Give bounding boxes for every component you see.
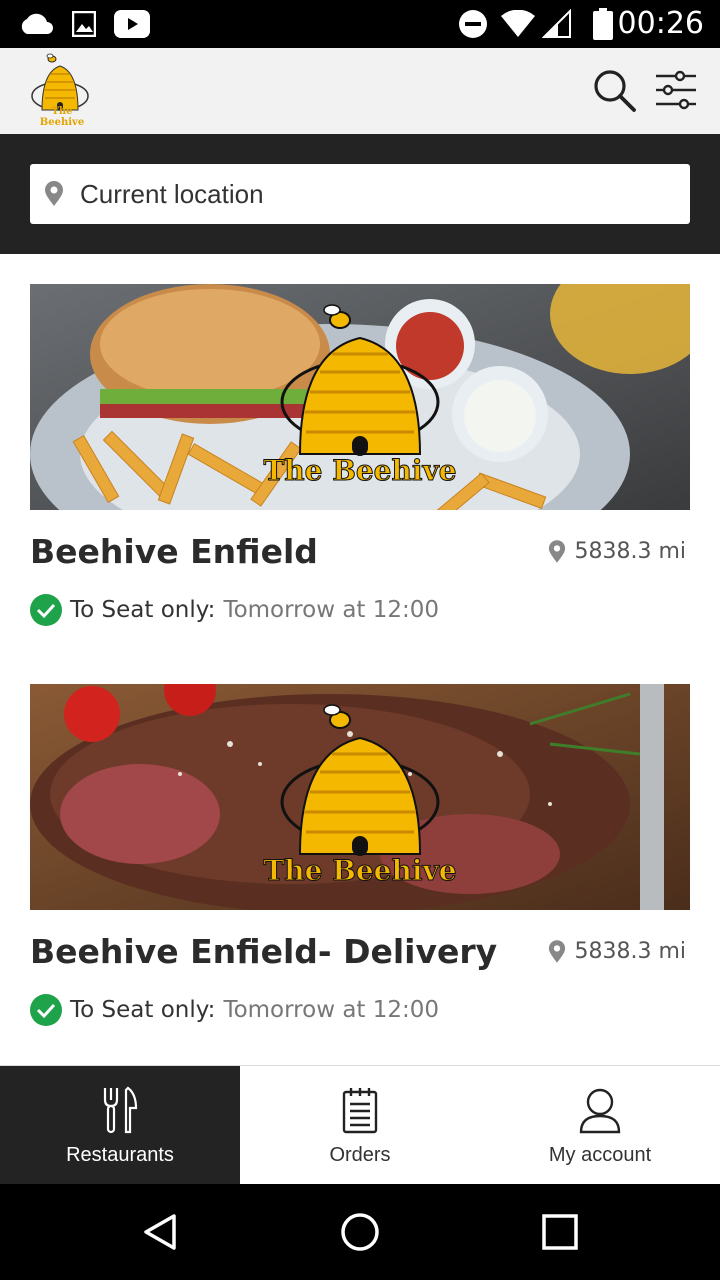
availability-time: Tomorrow at 12:00 bbox=[223, 597, 440, 623]
logo-text: The Beehive bbox=[39, 106, 85, 128]
do-not-disturb-icon bbox=[459, 10, 487, 38]
check-circle-icon bbox=[30, 594, 62, 626]
distance-text: 5838.3 mi bbox=[574, 539, 686, 564]
availability-time: Tomorrow at 12:00 bbox=[223, 997, 440, 1023]
restaurant-card[interactable]: The Beehive Beehive Enfield- Delivery 58… bbox=[30, 684, 690, 1054]
notepad-icon bbox=[342, 1088, 378, 1134]
youtube-icon bbox=[114, 10, 150, 38]
svg-text:The Beehive: The Beehive bbox=[263, 454, 456, 487]
image-icon bbox=[72, 11, 96, 37]
restaurant-name: Beehive Enfield bbox=[30, 532, 318, 571]
status-bar: 00:26 bbox=[0, 0, 720, 48]
restaurant-card[interactable]: The Beehive Beehive Enfield 5838.3 mi To… bbox=[30, 284, 690, 654]
location-search-bar bbox=[0, 134, 720, 254]
restaurant-image[interactable]: The Beehive bbox=[30, 684, 690, 910]
location-pin-icon bbox=[549, 939, 566, 963]
search-icon bbox=[594, 70, 636, 112]
cloud-icon bbox=[21, 13, 53, 34]
svg-text:The Beehive: The Beehive bbox=[263, 854, 456, 887]
beehive-logo-icon bbox=[31, 53, 89, 111]
location-search-input[interactable] bbox=[80, 164, 680, 224]
nav-restaurants[interactable]: Restaurants bbox=[0, 1066, 240, 1185]
bottom-nav: Restaurants Orders My account bbox=[0, 1065, 720, 1185]
location-pin-icon bbox=[45, 181, 63, 206]
person-icon bbox=[579, 1088, 621, 1134]
check-circle-icon bbox=[30, 994, 62, 1026]
signal-icon bbox=[542, 9, 571, 38]
restaurant-list: The Beehive Beehive Enfield 5838.3 mi To… bbox=[0, 254, 720, 1066]
home-icon[interactable] bbox=[340, 1212, 380, 1252]
restaurant-distance: 5838.3 mi bbox=[548, 939, 686, 964]
restaurant-distance: 5838.3 mi bbox=[548, 539, 686, 564]
distance-text: 5838.3 mi bbox=[574, 939, 686, 964]
nav-label: Restaurants bbox=[66, 1144, 174, 1166]
location-pin-icon bbox=[549, 539, 566, 563]
nav-label: My account bbox=[548, 1144, 652, 1166]
restaurant-image[interactable]: The Beehive bbox=[30, 284, 690, 510]
recents-icon[interactable] bbox=[540, 1212, 580, 1252]
wifi-icon bbox=[501, 10, 535, 37]
availability-label: To Seat only: bbox=[70, 597, 216, 623]
cutlery-icon bbox=[103, 1086, 138, 1134]
filter-button[interactable] bbox=[652, 66, 700, 114]
back-icon[interactable] bbox=[140, 1212, 180, 1252]
filter-icon bbox=[656, 70, 696, 110]
status-time: 00:26 bbox=[617, 6, 704, 41]
nav-my-account[interactable]: My account bbox=[480, 1066, 720, 1185]
search-button[interactable] bbox=[590, 66, 638, 114]
restaurant-name: Beehive Enfield- Delivery bbox=[30, 932, 498, 971]
app-bar: The Beehive bbox=[0, 48, 720, 134]
restaurant-availability: To Seat only: Tomorrow at 12:00 bbox=[30, 994, 439, 1026]
beehive-logo[interactable]: The Beehive bbox=[28, 52, 96, 128]
nav-orders[interactable]: Orders bbox=[240, 1066, 480, 1185]
nav-label: Orders bbox=[329, 1144, 391, 1166]
availability-label: To Seat only: bbox=[70, 997, 216, 1023]
system-nav-bar bbox=[0, 1184, 720, 1280]
battery-icon bbox=[593, 8, 613, 40]
restaurant-availability: To Seat only: Tomorrow at 12:00 bbox=[30, 594, 439, 626]
location-search-box[interactable] bbox=[30, 164, 690, 224]
